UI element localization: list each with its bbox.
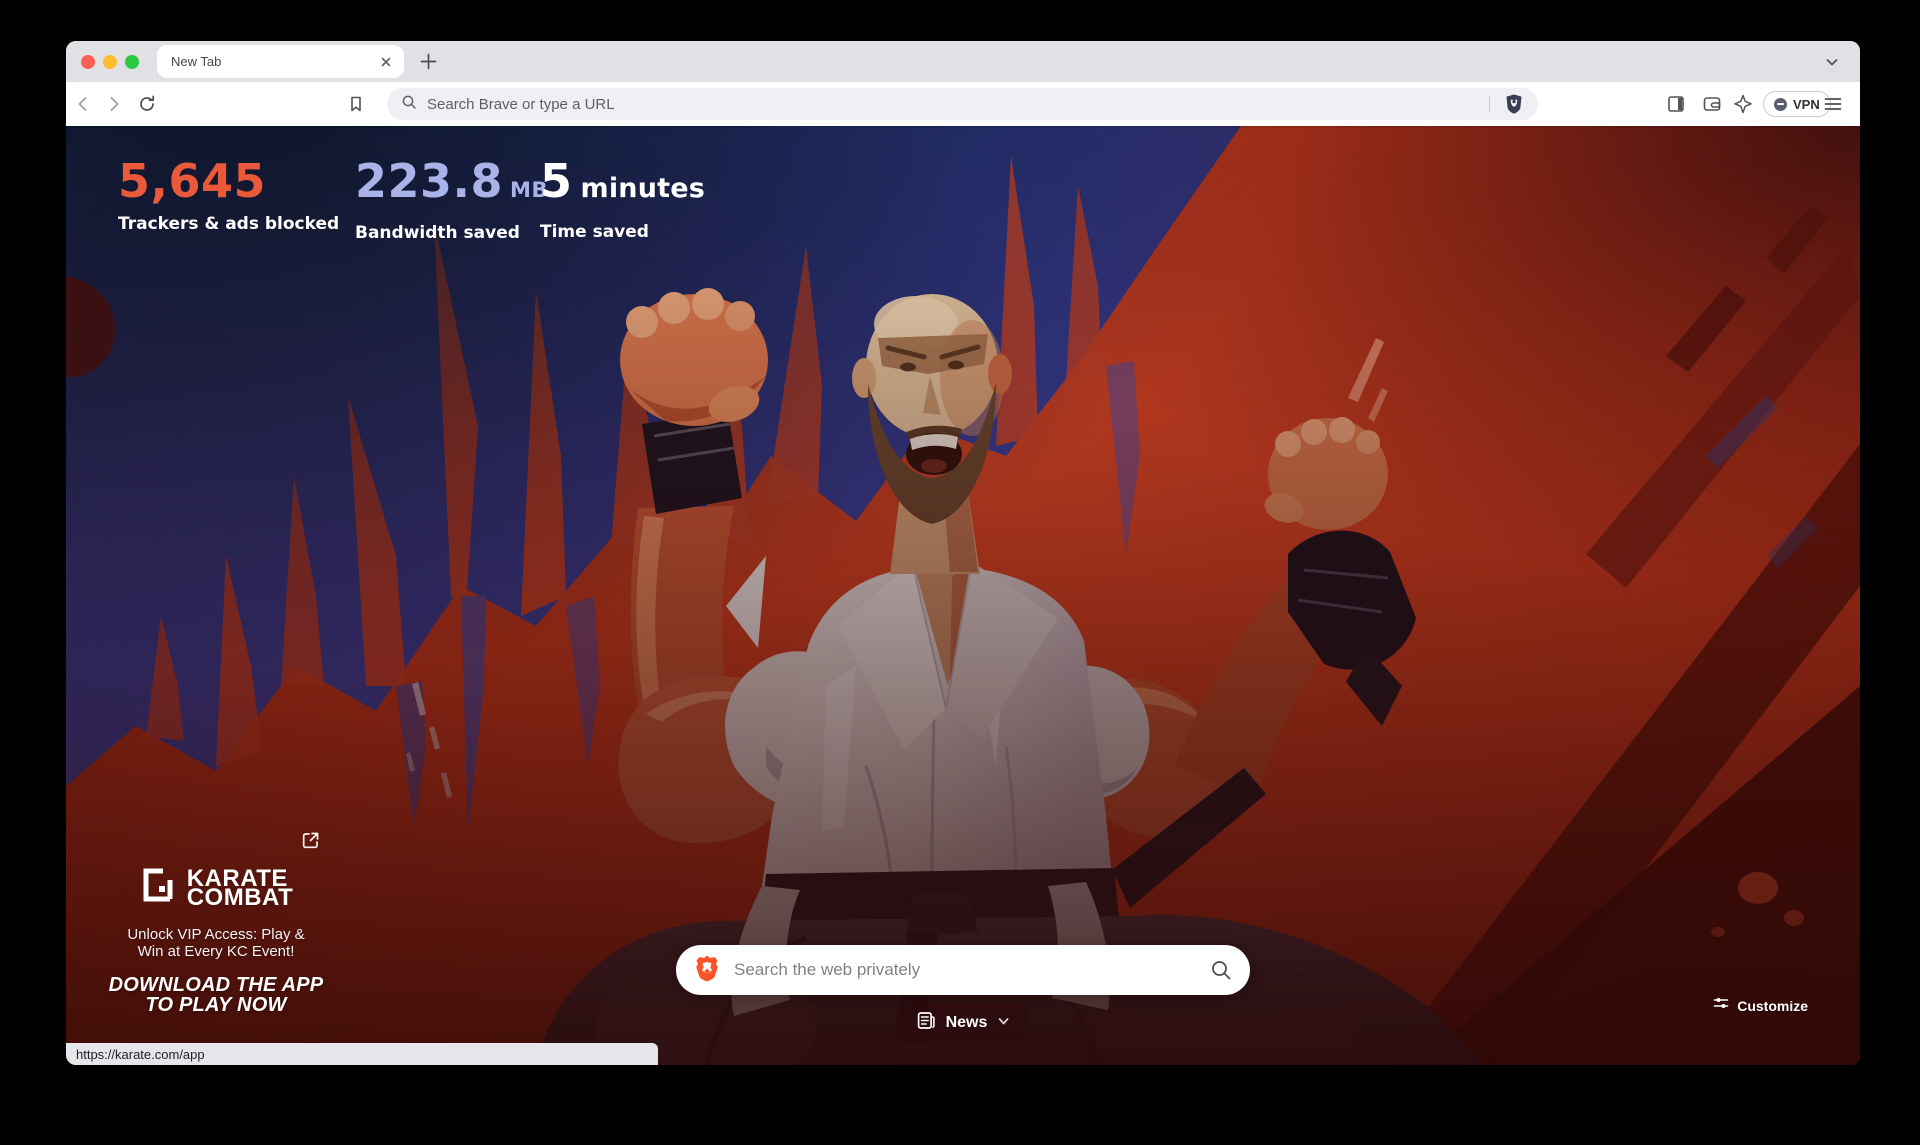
- wallet-icon[interactable]: [1701, 93, 1723, 115]
- karate-combat-logo-icon: [139, 866, 177, 909]
- sliders-icon: [1713, 996, 1729, 1015]
- stat-value: 223.8: [355, 154, 503, 208]
- tab-search-chevron-icon[interactable]: [1824, 54, 1840, 70]
- search-submit-icon[interactable]: [1210, 959, 1232, 981]
- window-controls: [81, 55, 139, 69]
- new-tab-button[interactable]: [418, 51, 439, 72]
- tab-close-icon[interactable]: [378, 54, 394, 70]
- news-label: News: [946, 1014, 988, 1032]
- menu-icon[interactable]: [1823, 95, 1843, 113]
- browser-window: New Tab: [66, 41, 1860, 1065]
- bookmark-icon[interactable]: [345, 93, 367, 115]
- stat-time-saved: 5 minutes Time saved: [540, 154, 705, 242]
- customize-button[interactable]: Customize: [1713, 996, 1808, 1015]
- vpn-status-icon: [1774, 98, 1787, 111]
- sidebar-icon[interactable]: [1665, 93, 1687, 115]
- status-bar: https://karate.com/app: [66, 1043, 658, 1065]
- back-icon[interactable]: [73, 94, 93, 114]
- address-bar[interactable]: Search Brave or type a URL: [387, 88, 1538, 120]
- search-icon: [401, 94, 417, 115]
- sponsor-cta[interactable]: DOWNLOAD THE APP TO PLAY NOW: [94, 975, 338, 1015]
- tab-strip: New Tab: [66, 41, 1860, 82]
- new-tab-page: 5,645 Trackers & ads blocked 223.8 MB Ba…: [66, 126, 1860, 1065]
- vpn-button[interactable]: VPN: [1763, 91, 1831, 117]
- search-placeholder: Search the web privately: [734, 960, 1210, 980]
- stat-unit: minutes: [581, 162, 706, 216]
- address-bar-placeholder: Search Brave or type a URL: [427, 96, 1489, 113]
- stat-value: 5,645: [118, 154, 266, 208]
- external-link-icon[interactable]: [300, 830, 321, 856]
- sponsor-logo: KARATE COMBAT: [94, 866, 338, 909]
- brave-shields-icon[interactable]: [1504, 93, 1524, 115]
- divider: [1489, 96, 1490, 112]
- tab-title: New Tab: [171, 54, 378, 69]
- close-window-button[interactable]: [81, 55, 95, 69]
- sponsored-ad-karate-combat[interactable]: KARATE COMBAT Unlock VIP Access: Play & …: [94, 826, 338, 1015]
- chevron-down-icon: [996, 1014, 1010, 1033]
- customize-label: Customize: [1737, 998, 1808, 1014]
- forward-icon[interactable]: [104, 94, 124, 114]
- stat-bandwidth-saved: 223.8 MB Bandwidth saved: [355, 154, 548, 243]
- stat-label: Trackers & ads blocked: [118, 214, 339, 234]
- minimize-window-button[interactable]: [103, 55, 117, 69]
- vpn-label: VPN: [1793, 97, 1820, 112]
- stat-label: Time saved: [540, 222, 705, 242]
- sponsor-tagline-line1: Unlock VIP Access: Play &: [94, 926, 338, 943]
- web-search-box[interactable]: Search the web privately: [676, 945, 1250, 995]
- status-url: https://karate.com/app: [76, 1047, 205, 1062]
- newspaper-icon: [916, 1010, 937, 1036]
- news-button[interactable]: News: [900, 1003, 1027, 1043]
- tab-new-tab[interactable]: New Tab: [157, 45, 404, 78]
- toolbar: Search Brave or type a URL VPN: [66, 82, 1860, 126]
- stat-value: 5: [540, 154, 573, 208]
- sponsor-cta-line2: TO PLAY NOW: [94, 995, 338, 1015]
- stat-label: Bandwidth saved: [355, 223, 548, 243]
- desktop: New Tab: [0, 0, 1920, 1145]
- zoom-window-button[interactable]: [125, 55, 139, 69]
- sponsor-cta-line1: DOWNLOAD THE APP: [94, 975, 338, 995]
- rewards-icon[interactable]: [1732, 93, 1754, 115]
- brave-logo-icon: [694, 954, 720, 987]
- stat-trackers-blocked: 5,645 Trackers & ads blocked: [118, 154, 339, 234]
- sponsor-brand-line2: COMBAT: [187, 888, 294, 907]
- reload-icon[interactable]: [136, 93, 158, 115]
- sponsor-tagline: Unlock VIP Access: Play & Win at Every K…: [94, 926, 338, 960]
- sponsor-tagline-line2: Win at Every KC Event!: [94, 943, 338, 960]
